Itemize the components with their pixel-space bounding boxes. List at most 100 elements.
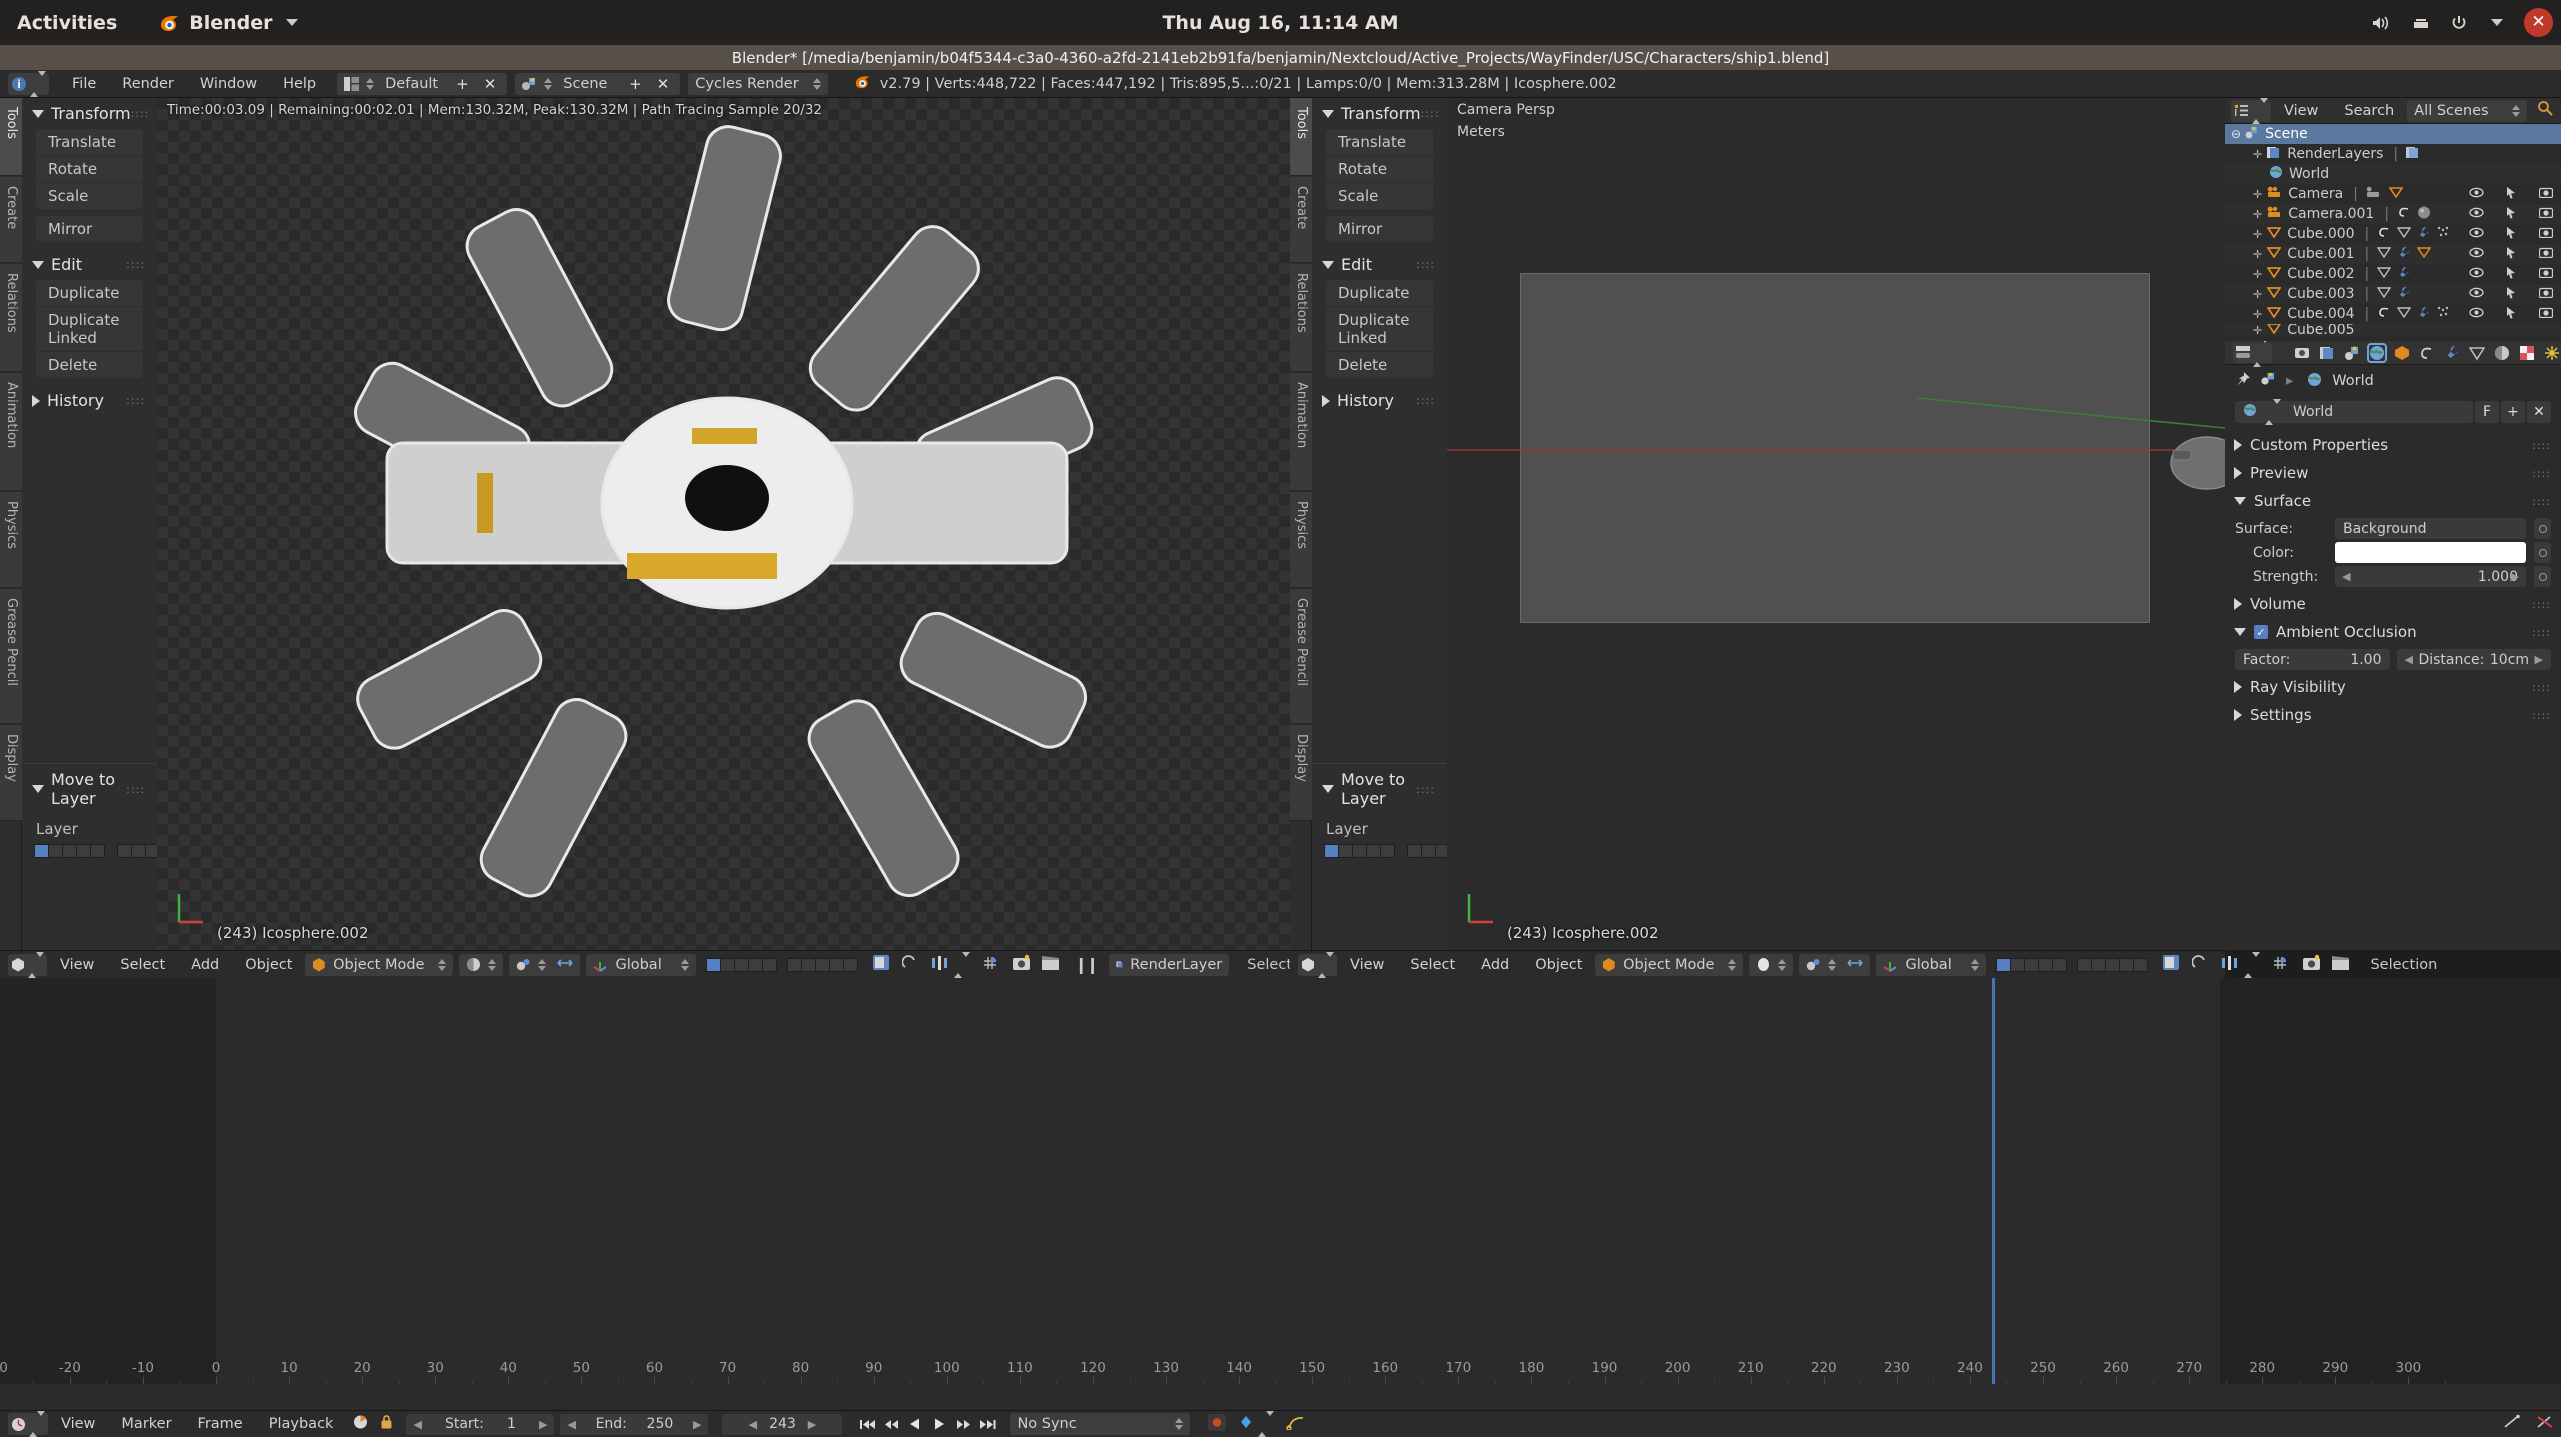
layer-cell[interactable] <box>1408 845 1421 857</box>
interaction-mode-selector-right[interactable]: Object Mode <box>1595 953 1744 976</box>
play-button[interactable] <box>928 1414 950 1435</box>
layer-cell[interactable] <box>802 958 816 971</box>
expand-icon[interactable]: ✛ <box>2253 308 2262 321</box>
delete-button-right[interactable]: Delete <box>1326 352 1433 378</box>
timeline-menu-playback[interactable]: Playback <box>256 1416 347 1432</box>
render-engine-arrows[interactable] <box>812 77 821 90</box>
timeline-menu-view[interactable]: View <box>48 1416 108 1432</box>
mirror-button[interactable]: Mirror <box>36 216 143 242</box>
record-keyframes-icon[interactable] <box>1208 1413 1227 1435</box>
world-name-field[interactable]: World <box>2235 399 2473 425</box>
timeline-menu-marker[interactable]: Marker <box>108 1416 184 1432</box>
start-frame-field[interactable]: ◀ Start: 1 ▶ <box>406 1413 555 1435</box>
panel-move-to-layer-header-right[interactable]: Move to Layer :::: <box>1312 764 1447 814</box>
tab-object-properties[interactable] <box>2394 345 2410 361</box>
layer-cell[interactable] <box>844 958 858 971</box>
camera-data-sphere-icon[interactable] <box>2417 206 2431 223</box>
eye-icon[interactable] <box>2469 226 2484 243</box>
system-tray[interactable] <box>2371 15 2503 31</box>
expand-icon[interactable]: ✛ <box>2253 288 2262 301</box>
outliner-menu-search[interactable]: Search <box>2331 103 2407 119</box>
layer-cell[interactable] <box>132 845 145 857</box>
tab-data-properties[interactable] <box>2468 345 2486 361</box>
layer-cell[interactable] <box>2025 958 2039 971</box>
tab-modifiers-properties[interactable] <box>2444 345 2460 361</box>
layer-cell[interactable] <box>118 845 131 857</box>
pivot-point-selector-left[interactable] <box>509 953 581 976</box>
opengl-render-animation-icon-left[interactable] <box>1041 954 1060 975</box>
cursor-arrow-icon[interactable] <box>2506 186 2517 203</box>
layer-cell[interactable] <box>707 958 721 971</box>
viewport-right-menu-object[interactable]: Object <box>1522 957 1595 973</box>
layer-block-a-right[interactable] <box>1996 957 2068 972</box>
editor-type-arrows[interactable] <box>30 70 46 97</box>
tab-display[interactable]: Display <box>0 725 22 821</box>
layer-cell[interactable] <box>1339 845 1352 857</box>
layer-cell[interactable] <box>2120 958 2134 971</box>
timeline-menu-frame[interactable]: Frame <box>185 1416 256 1432</box>
outliner-restrict-toggles[interactable] <box>2469 286 2554 303</box>
mesh-data-icon[interactable] <box>2388 186 2404 202</box>
outliner-row-camera001[interactable]: ✛ Camera.001 | <box>2225 204 2561 224</box>
layer-cell[interactable] <box>1381 845 1394 857</box>
translate-button[interactable]: Translate <box>36 129 143 156</box>
scale-button-right[interactable]: Scale <box>1326 183 1433 209</box>
auto-keyframe-curve-icon[interactable] <box>1286 1414 1306 1434</box>
editor-type-selector-outliner[interactable] <box>2231 98 2271 124</box>
editor-type-selector[interactable] <box>8 70 49 97</box>
mesh-data-icon-2[interactable] <box>2416 246 2432 262</box>
layer-cell[interactable] <box>49 845 62 857</box>
opengl-render-image-icon-left[interactable] <box>1012 954 1031 975</box>
collapse-icon[interactable]: ⊖ <box>2231 127 2241 141</box>
outliner-restrict-toggles[interactable] <box>2469 246 2554 263</box>
layer-block-b-right[interactable] <box>2077 957 2149 972</box>
layer-grid-block-1[interactable] <box>34 844 105 858</box>
outliner-row-cube001[interactable]: ✛ Cube.001 | <box>2225 244 2561 264</box>
section-ray-visibility[interactable]: Ray Visibility :::: <box>2225 673 2561 701</box>
sync-mode-selector[interactable]: No Sync <box>1010 1413 1191 1435</box>
editor-type-selector-3dview-left[interactable] <box>8 951 47 978</box>
pin-icon[interactable] <box>2235 371 2251 391</box>
interaction-mode-selector-left[interactable]: Object Mode <box>305 953 454 976</box>
viewport-right-menu-add[interactable]: Add <box>1468 957 1522 973</box>
delete-scene-button[interactable]: ✕ <box>653 75 674 93</box>
eye-icon[interactable] <box>2469 206 2484 223</box>
layer-cell[interactable] <box>35 845 48 857</box>
surface-node-link-button[interactable] <box>2534 518 2551 539</box>
camera-render-icon[interactable] <box>2538 266 2554 283</box>
tab-grease-pencil[interactable]: Grease Pencil <box>0 589 22 724</box>
expand-icon[interactable]: ✛ <box>2253 268 2262 281</box>
constraint-icon[interactable] <box>2397 206 2411 222</box>
scale-button[interactable]: Scale <box>36 183 143 209</box>
background-color-swatch[interactable] <box>2335 542 2526 563</box>
panel-move-to-layer-header[interactable]: Move to Layer :::: <box>22 764 157 814</box>
new-scene-button[interactable]: + <box>625 75 646 93</box>
activities-button[interactable]: Activities <box>17 12 117 34</box>
tab-particles-properties[interactable] <box>2544 345 2560 361</box>
app-menu[interactable]: Blender <box>159 12 298 34</box>
cursor-arrow-icon[interactable] <box>2506 266 2517 283</box>
tab-relations[interactable]: Relations <box>0 264 22 372</box>
tray-chevron-down-icon[interactable] <box>2491 19 2503 26</box>
section-settings[interactable]: Settings :::: <box>2225 701 2561 729</box>
tab-constraints-properties[interactable] <box>2419 345 2435 361</box>
outliner-restrict-toggles[interactable] <box>2469 186 2554 203</box>
layer-block-a[interactable] <box>706 957 778 972</box>
tab-display-right[interactable]: Display <box>1290 725 1312 821</box>
eye-icon[interactable] <box>2469 306 2484 323</box>
panel-history-header[interactable]: History :::: <box>22 385 157 416</box>
timeline-playhead[interactable] <box>1991 978 1995 1384</box>
constraint-icon[interactable] <box>2377 226 2391 242</box>
tab-grease-pencil-right[interactable]: Grease Pencil <box>1290 589 1312 724</box>
editor-type-selector-3dview-right[interactable] <box>1298 951 1337 978</box>
outliner-display-mode-selector[interactable]: All Scenes <box>2407 99 2528 122</box>
proportional-edit-icon-left[interactable] <box>901 954 918 975</box>
particles-icon[interactable] <box>2437 306 2449 322</box>
jump-to-next-keyframe-button[interactable] <box>952 1414 974 1435</box>
layer-cell[interactable] <box>1325 845 1338 857</box>
snap-target-icon-right[interactable] <box>2272 955 2288 975</box>
panel-history-header-right[interactable]: History :::: <box>1312 385 1447 416</box>
viewport-left-menu-object[interactable]: Object <box>232 957 305 973</box>
tab-scene-properties[interactable] <box>2344 345 2360 361</box>
expand-icon[interactable]: ✛ <box>2253 148 2262 161</box>
